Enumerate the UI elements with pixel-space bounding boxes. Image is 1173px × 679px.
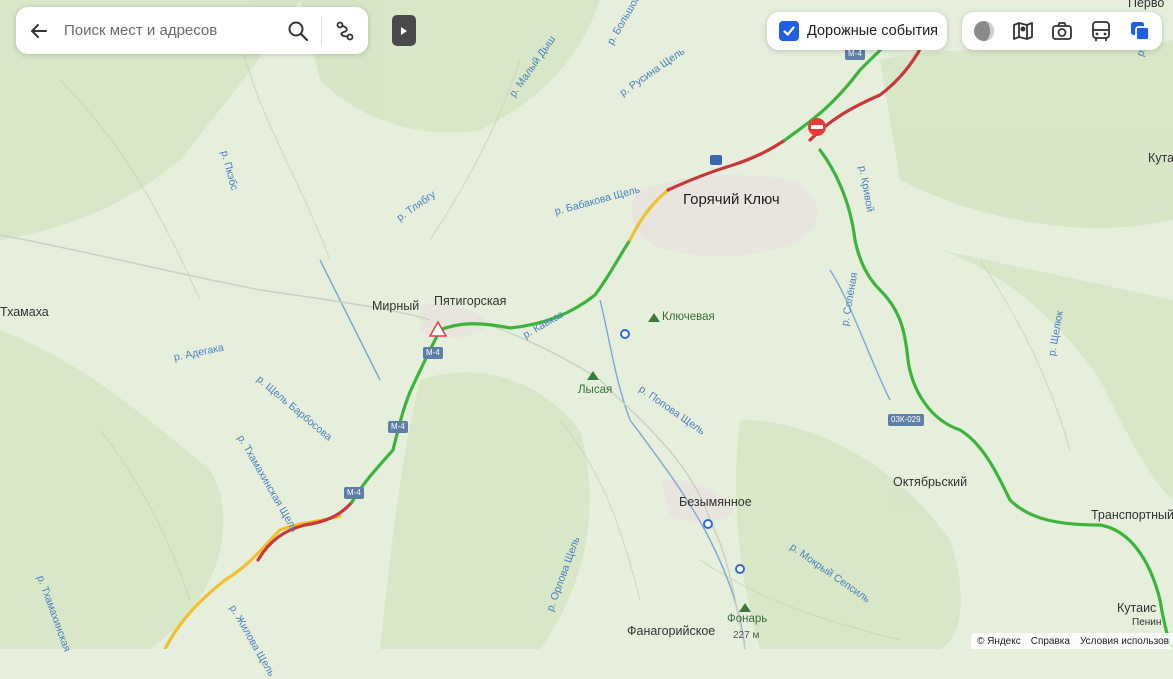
route-button[interactable] [322,7,368,54]
checkmark-icon [783,26,795,36]
search-button[interactable] [275,7,321,54]
palette-icon [973,21,994,41]
transit-button[interactable] [1083,13,1119,49]
town-label[interactable]: Перво [1128,0,1164,10]
elevation-label: 227 м [733,630,760,641]
town-label[interactable]: Тхамаха [0,305,49,319]
layers-stack-button[interactable] [1122,13,1158,49]
peak-label[interactable]: Лысая [578,384,612,396]
town-label[interactable]: Кутаис [1117,601,1156,615]
route-badge: М-4 [423,347,443,359]
map-style-button[interactable] [966,13,1002,49]
town-label[interactable]: Пенин [1132,617,1161,628]
attribution-bar: © Яндекс Справка Условия использов [970,633,1173,649]
route-badge: 03К-029 [888,414,924,426]
traffic-events-toggle[interactable]: Дорожные события [767,12,947,50]
route-badge: М-4 [344,487,364,499]
town-label[interactable]: Безымянное [679,495,752,509]
town-label[interactable]: Кута [1148,151,1173,165]
layers-stack-icon [1131,22,1151,41]
panorama-button[interactable] [1044,13,1080,49]
transit-icon [1092,21,1111,42]
city-label[interactable]: Горячий Ключ [683,191,780,208]
route-badge: М-4 [388,421,408,433]
help-link[interactable]: Справка [1031,636,1070,647]
traffic-label: Дорожные события [807,23,939,39]
map-canvas[interactable] [0,0,1173,649]
map-layers-icon [1012,22,1033,40]
search-box [16,7,368,54]
layers-toolbar [962,12,1162,50]
town-label[interactable]: Октябрьский [893,475,967,489]
collapse-panel-button[interactable] [392,15,416,46]
terms-link[interactable]: Условия использов [1080,636,1169,647]
peak-label[interactable]: Ключевая [662,311,715,323]
town-label[interactable]: Мирный [372,299,419,313]
peak-label[interactable]: Фонарь [727,613,767,625]
panorama-icon [1052,22,1072,40]
back-button[interactable] [16,7,62,54]
town-label[interactable]: Фанагорийское [627,624,715,638]
town-label[interactable]: Транспортный [1091,508,1173,522]
search-icon [288,21,309,41]
map-layers-button[interactable] [1005,13,1041,49]
copyright-text: © Яндекс [976,635,1021,647]
traffic-checkbox[interactable] [779,21,799,41]
play-triangle-icon [401,26,407,35]
route-icon [336,21,354,40]
arrow-left-icon [31,23,47,38]
town-label[interactable]: Пятигорская [434,294,506,308]
search-input[interactable] [62,15,275,46]
